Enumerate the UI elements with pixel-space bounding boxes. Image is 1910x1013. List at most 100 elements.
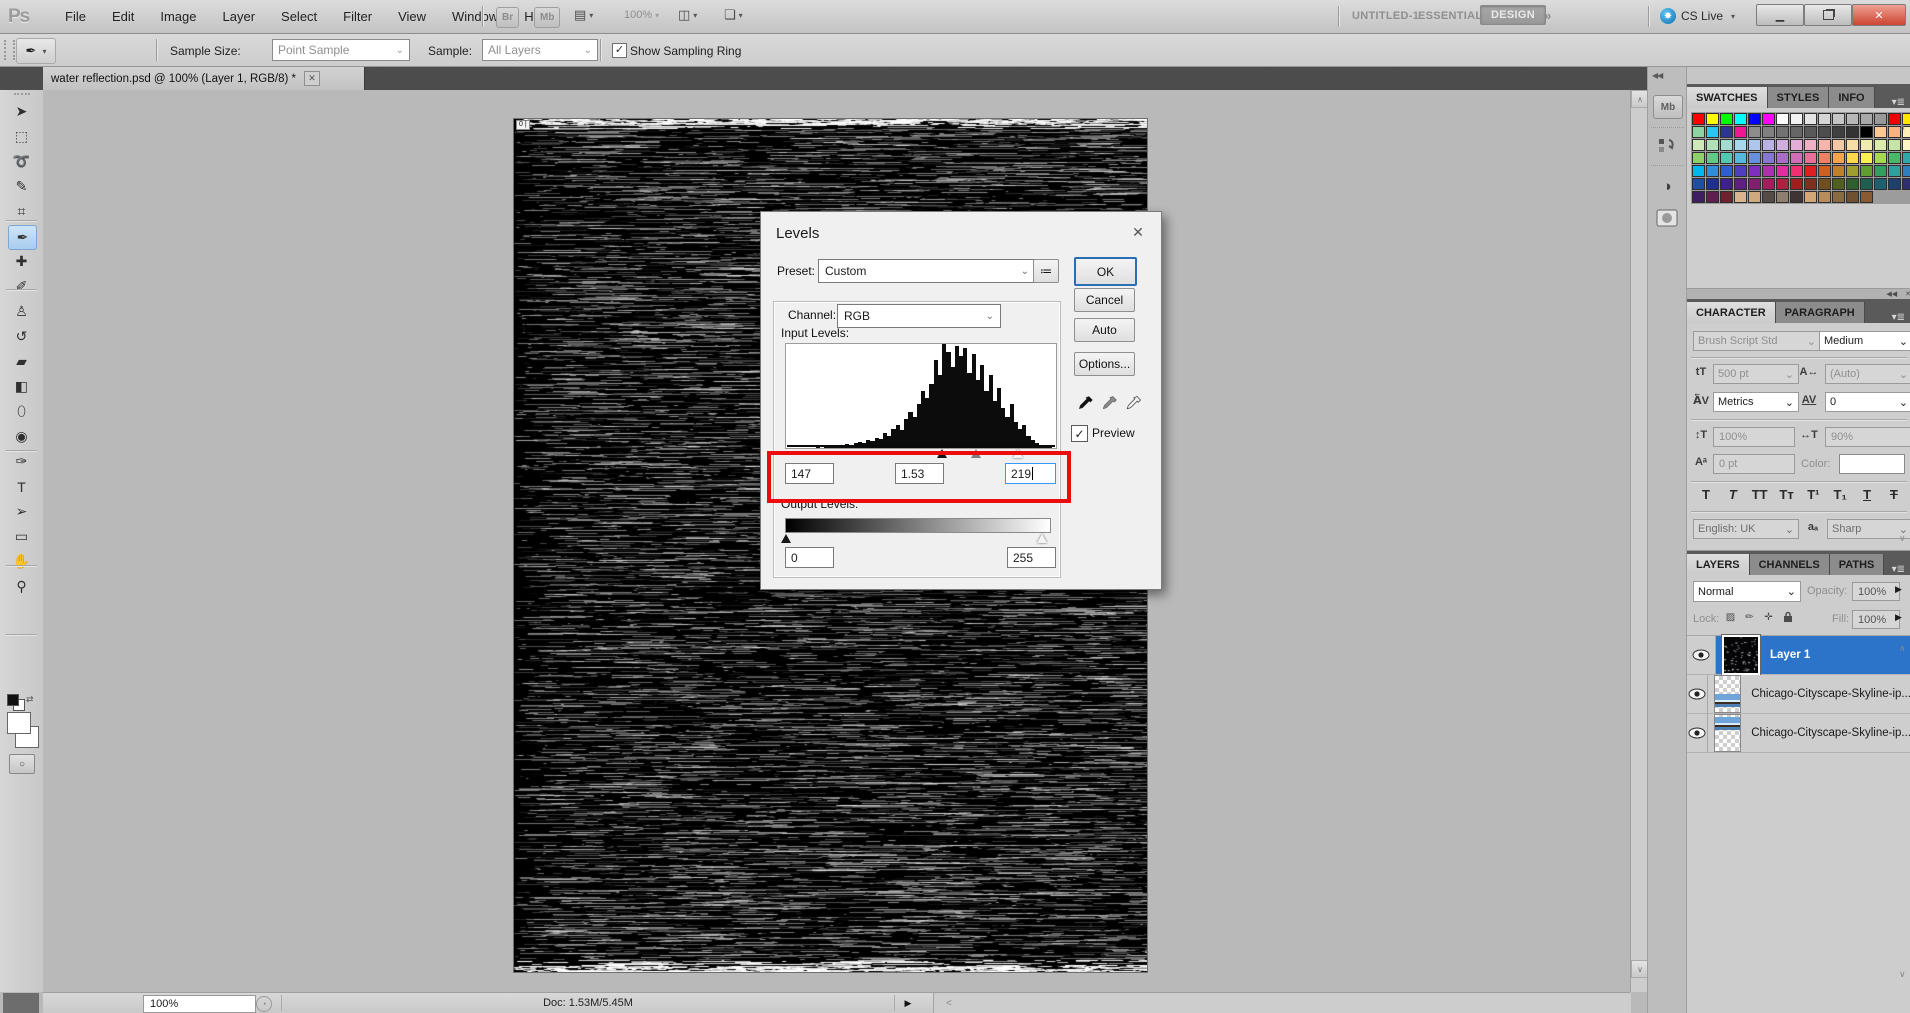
status-menu-arrow-icon[interactable]: ▶ bbox=[899, 995, 917, 1011]
swatch[interactable] bbox=[1692, 126, 1705, 138]
swatch[interactable] bbox=[1804, 165, 1817, 177]
faux-style-button-3[interactable]: Tᴛ bbox=[1776, 487, 1798, 502]
foreground-color-swatch[interactable] bbox=[7, 712, 31, 734]
tab-info[interactable]: INFO bbox=[1829, 87, 1875, 108]
swatch[interactable] bbox=[1818, 191, 1831, 203]
swatch[interactable] bbox=[1804, 126, 1817, 138]
move-tool[interactable]: ➤ bbox=[8, 100, 35, 123]
close-icon[interactable]: ✕ bbox=[1905, 290, 1910, 298]
faux-style-button-2[interactable]: TT bbox=[1749, 487, 1771, 502]
swatch[interactable] bbox=[1860, 139, 1873, 151]
swatch[interactable] bbox=[1846, 139, 1859, 151]
swatch[interactable] bbox=[1748, 152, 1761, 164]
swatch[interactable] bbox=[1748, 178, 1761, 190]
pen-tool[interactable]: ✑ bbox=[8, 450, 35, 473]
swatch[interactable] bbox=[1804, 152, 1817, 164]
swatch[interactable] bbox=[1748, 191, 1761, 203]
lock-transparency-icon[interactable]: ▨ bbox=[1723, 610, 1738, 624]
tool-preset-button[interactable]: ✒ ▾ bbox=[16, 38, 56, 64]
marquee-tool[interactable]: ⬚ bbox=[8, 125, 35, 148]
layer-visibility-toggle[interactable] bbox=[1687, 675, 1709, 713]
swatch[interactable] bbox=[1818, 113, 1831, 125]
swatch[interactable] bbox=[1706, 113, 1719, 125]
swatch[interactable] bbox=[1734, 126, 1747, 138]
output-shadow-field[interactable]: 0 bbox=[785, 547, 834, 568]
swatch[interactable] bbox=[1846, 126, 1859, 138]
anti-alias-dropdown[interactable]: Sharp ⌄ bbox=[1827, 519, 1910, 539]
white-point-eyedropper-icon[interactable] bbox=[1125, 394, 1143, 412]
layer-row[interactable]: Layer 1 bbox=[1687, 635, 1910, 675]
menu-select[interactable]: Select bbox=[268, 0, 330, 33]
channel-dropdown[interactable]: RGB ⌄ bbox=[837, 304, 1001, 328]
lock-all-icon[interactable] bbox=[1780, 610, 1795, 624]
swatch[interactable] bbox=[1692, 139, 1705, 151]
tab-paragraph[interactable]: PARAGRAPH bbox=[1775, 302, 1865, 323]
eraser-tool[interactable]: ▰ bbox=[8, 350, 35, 373]
swatch[interactable] bbox=[1888, 139, 1901, 151]
black-point-eyedropper-icon[interactable] bbox=[1077, 394, 1095, 412]
rectangle-tool[interactable]: ▭ bbox=[8, 525, 35, 548]
faux-style-button-1[interactable]: T bbox=[1722, 487, 1744, 502]
swatch[interactable] bbox=[1874, 152, 1887, 164]
swatch[interactable] bbox=[1804, 139, 1817, 151]
swatch[interactable] bbox=[1748, 165, 1761, 177]
swatch[interactable] bbox=[1846, 191, 1859, 203]
font-family-dropdown[interactable]: Brush Script Std ⌄ bbox=[1693, 331, 1821, 351]
tab-layers[interactable]: LAYERS bbox=[1687, 554, 1750, 575]
lock-pixels-icon[interactable]: ✏ bbox=[1742, 610, 1757, 624]
swatch[interactable] bbox=[1734, 113, 1747, 125]
swatch[interactable] bbox=[1860, 178, 1873, 190]
swatch[interactable] bbox=[1706, 165, 1719, 177]
language-dropdown[interactable]: English: UK ⌄ bbox=[1693, 519, 1799, 539]
vertical-scrollbar[interactable]: ∧ ∨ bbox=[1630, 90, 1649, 992]
layer-thumbnail[interactable] bbox=[1714, 675, 1742, 713]
horizontal-scrollbar[interactable]: < bbox=[933, 993, 1631, 1013]
swatch[interactable] bbox=[1762, 113, 1775, 125]
default-colors-icon[interactable]: ⇄ bbox=[7, 694, 35, 711]
swatch[interactable] bbox=[1734, 178, 1747, 190]
swatch[interactable] bbox=[1734, 139, 1747, 151]
swatch[interactable] bbox=[1790, 152, 1803, 164]
faux-style-button-4[interactable]: T¹ bbox=[1802, 487, 1824, 502]
swatch[interactable] bbox=[1706, 152, 1719, 164]
swatch[interactable] bbox=[1888, 165, 1901, 177]
swatch[interactable] bbox=[1804, 178, 1817, 190]
swatch[interactable] bbox=[1818, 139, 1831, 151]
swatch[interactable] bbox=[1706, 139, 1719, 151]
swatch[interactable] bbox=[1818, 152, 1831, 164]
expand-panels-icon[interactable]: ◀◀ bbox=[1652, 71, 1663, 80]
swatch[interactable] bbox=[1832, 152, 1845, 164]
baseline-shift-field[interactable]: 0 pt bbox=[1713, 454, 1795, 474]
swatch[interactable] bbox=[1888, 178, 1901, 190]
masks-panel-icon[interactable] bbox=[1656, 207, 1678, 229]
tab-styles[interactable]: STYLES bbox=[1767, 87, 1830, 108]
swatch[interactable] bbox=[1832, 113, 1845, 125]
close-button[interactable]: ✕ bbox=[1852, 4, 1906, 26]
swatch[interactable] bbox=[1776, 126, 1789, 138]
faux-style-button-6[interactable]: T bbox=[1856, 487, 1878, 502]
workspace-untitled[interactable]: UNTITLED-1 bbox=[1352, 10, 1419, 22]
output-shadow-slider[interactable] bbox=[781, 534, 791, 543]
output-highlight-field[interactable]: 255 bbox=[1007, 547, 1056, 568]
swatch[interactable] bbox=[1748, 139, 1761, 151]
swap-colors-icon[interactable]: ⇄ bbox=[26, 694, 34, 705]
blur-tool[interactable]: ⬯ bbox=[8, 400, 35, 423]
sample-size-dropdown[interactable]: Point Sample ⌄ bbox=[272, 39, 410, 61]
swatch[interactable] bbox=[1762, 191, 1775, 203]
screen-mode-button[interactable]: ❏ ▾ bbox=[724, 7, 743, 23]
swatch[interactable] bbox=[1776, 113, 1789, 125]
quick-mask-button[interactable]: ○ bbox=[9, 754, 35, 774]
layer-thumbnail[interactable] bbox=[1722, 635, 1760, 675]
hand-tool[interactable]: ✋ bbox=[8, 550, 35, 573]
opacity-field[interactable]: 100% bbox=[1852, 582, 1900, 601]
swatch[interactable] bbox=[1790, 191, 1803, 203]
swatch[interactable] bbox=[1720, 152, 1733, 164]
swatch[interactable] bbox=[1846, 165, 1859, 177]
swatch[interactable] bbox=[1902, 165, 1910, 177]
sample-dropdown[interactable]: All Layers ⌄ bbox=[482, 39, 598, 61]
ok-button[interactable]: OK bbox=[1074, 257, 1137, 286]
quick-selection-tool[interactable]: ✎ bbox=[8, 175, 35, 198]
text-color-swatch[interactable] bbox=[1839, 454, 1905, 474]
swatch[interactable] bbox=[1846, 113, 1859, 125]
document-tab[interactable]: water reflection.psd @ 100% (Layer 1, RG… bbox=[43, 67, 365, 90]
